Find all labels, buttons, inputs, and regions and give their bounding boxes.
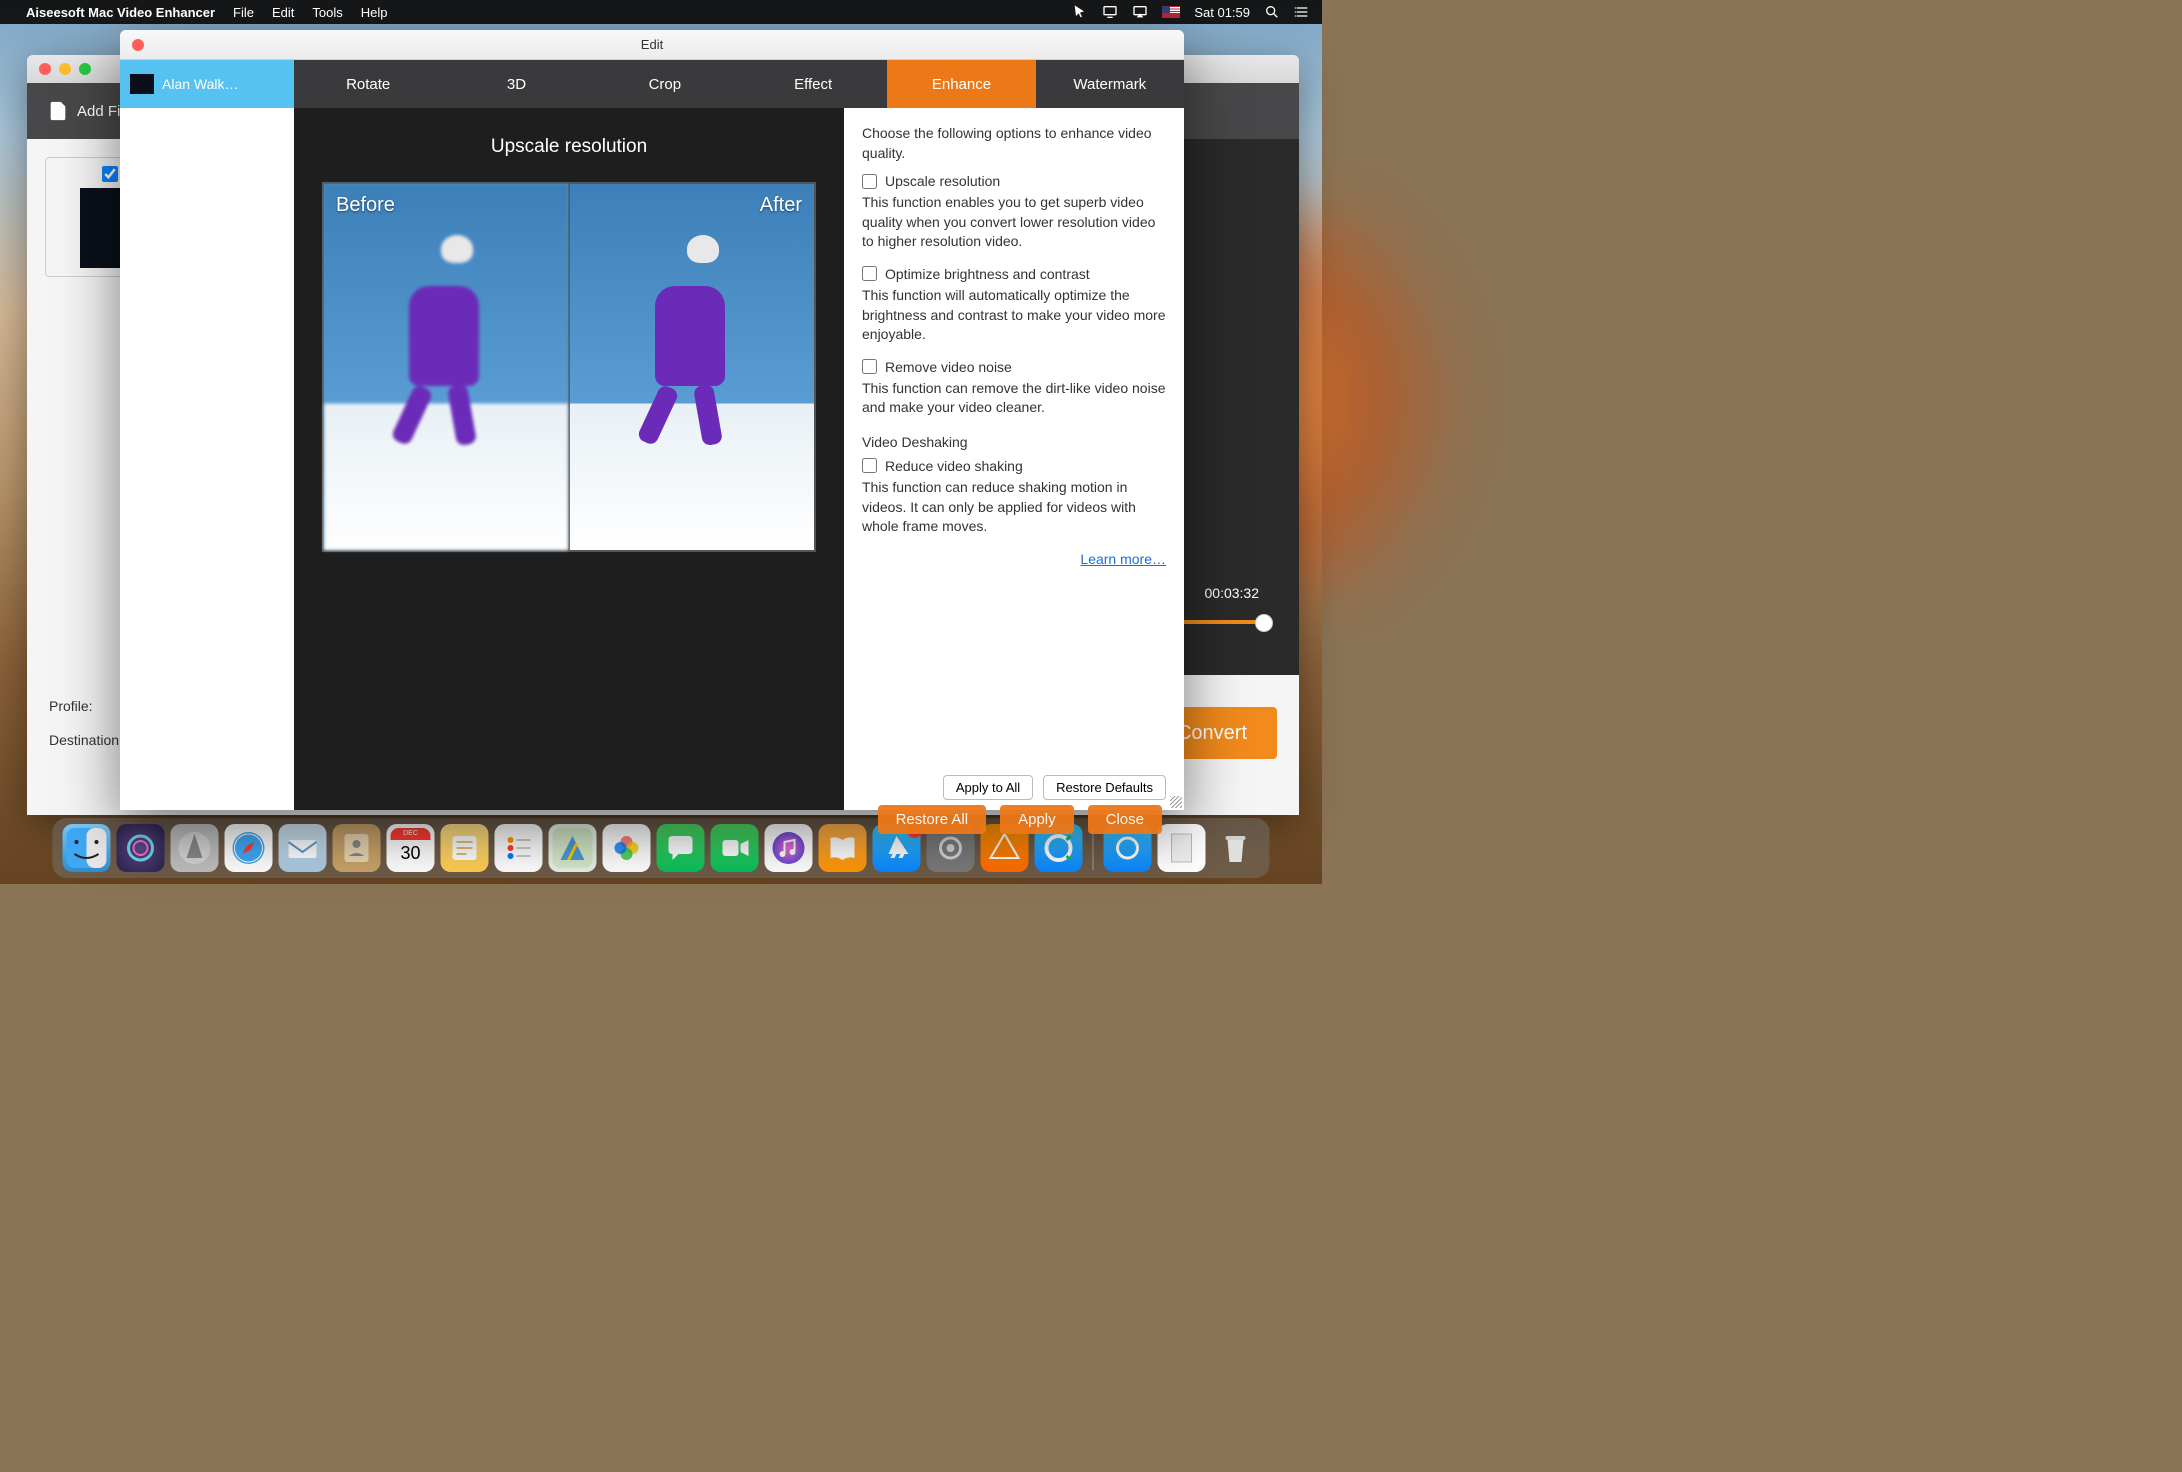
- menu-file[interactable]: File: [233, 5, 254, 20]
- input-source-flag-icon[interactable]: [1162, 6, 1180, 18]
- airplay-icon[interactable]: [1132, 4, 1148, 20]
- dock-safari-icon[interactable]: [225, 824, 273, 872]
- edit-window: Edit Alan Walk… Rotate 3D Crop Effect En…: [120, 30, 1184, 810]
- dock-trash-icon[interactable]: [1212, 824, 1260, 872]
- video-duration: 00:03:32: [1205, 585, 1260, 601]
- enhance-section-title: Upscale resolution: [491, 136, 647, 158]
- upscale-checkbox[interactable]: [862, 174, 877, 189]
- apply-to-all-button[interactable]: Apply to All: [943, 775, 1033, 800]
- resize-grip-icon[interactable]: [1170, 796, 1182, 808]
- file-tab-thumbnail: [130, 74, 154, 94]
- option-upscale: Upscale resolution This function enables…: [862, 173, 1166, 252]
- dock-maps-icon[interactable]: [549, 824, 597, 872]
- deshake-desc: This function can reduce shaking motion …: [862, 478, 1166, 537]
- dock-tray-document-icon[interactable]: [1158, 824, 1206, 872]
- restore-defaults-button[interactable]: Restore Defaults: [1043, 775, 1166, 800]
- close-button[interactable]: [39, 63, 51, 75]
- dock-reminders-icon[interactable]: [495, 824, 543, 872]
- noise-label: Remove video noise: [885, 359, 1012, 375]
- option-noise: Remove video noise This function can rem…: [862, 359, 1166, 418]
- menu-tools[interactable]: Tools: [312, 5, 342, 20]
- macos-menubar: Aiseesoft Mac Video Enhancer File Edit T…: [0, 0, 1322, 24]
- learn-more-link[interactable]: Learn more…: [1080, 551, 1166, 567]
- after-label: After: [760, 194, 802, 217]
- dock-messages-icon[interactable]: [657, 824, 705, 872]
- restore-all-button[interactable]: Restore All: [878, 805, 987, 834]
- dock-finder-icon[interactable]: [63, 824, 111, 872]
- dock-launchpad-icon[interactable]: [171, 824, 219, 872]
- menu-edit[interactable]: Edit: [272, 5, 294, 20]
- tab-effect[interactable]: Effect: [739, 60, 887, 108]
- before-image: [324, 184, 568, 550]
- menubar-clock[interactable]: Sat 01:59: [1194, 5, 1250, 20]
- option-brightness: Optimize brightness and contrast This fu…: [862, 266, 1166, 345]
- tab-crop[interactable]: Crop: [591, 60, 739, 108]
- profile-label: Profile:: [49, 698, 93, 714]
- tab-3d[interactable]: 3D: [442, 60, 590, 108]
- edit-footer-buttons: Restore All Apply Close: [878, 805, 1162, 834]
- file-tab[interactable]: Alan Walk…: [120, 60, 294, 108]
- edit-left-column: [120, 108, 294, 810]
- edit-preview-column: Upscale resolution Before After: [294, 108, 844, 810]
- menu-list-icon[interactable]: [1294, 4, 1310, 20]
- noise-desc: This function can remove the dirt-like v…: [862, 379, 1166, 418]
- spotlight-icon[interactable]: [1264, 4, 1280, 20]
- enhance-options-panel: Choose the following options to enhance …: [844, 108, 1184, 810]
- after-image: [570, 184, 814, 550]
- display-icon[interactable]: [1102, 4, 1118, 20]
- tab-enhance[interactable]: Enhance: [887, 60, 1035, 108]
- dock-notes-icon[interactable]: [441, 824, 489, 872]
- before-after-comparison: Before After: [322, 182, 816, 552]
- cursor-icon[interactable]: [1072, 4, 1088, 20]
- deshaking-heading: Video Deshaking: [862, 434, 1166, 450]
- dock-siri-icon[interactable]: [117, 824, 165, 872]
- edit-window-title: Edit: [641, 37, 663, 52]
- file-checkbox[interactable]: [102, 166, 118, 182]
- close-button[interactable]: [132, 39, 144, 51]
- menu-help[interactable]: Help: [361, 5, 388, 20]
- minimize-button[interactable]: [59, 63, 71, 75]
- file-tab-label: Alan Walk…: [162, 76, 239, 92]
- apply-button[interactable]: Apply: [1000, 805, 1074, 834]
- tab-rotate[interactable]: Rotate: [294, 60, 442, 108]
- upscale-label: Upscale resolution: [885, 173, 1000, 189]
- destination-label: Destination:: [49, 732, 123, 748]
- option-deshake: Reduce video shaking This function can r…: [862, 458, 1166, 537]
- deshake-label: Reduce video shaking: [885, 458, 1023, 474]
- brightness-checkbox[interactable]: [862, 266, 877, 281]
- before-label: Before: [336, 194, 395, 217]
- brightness-label: Optimize brightness and contrast: [885, 266, 1090, 282]
- tab-watermark[interactable]: Watermark: [1036, 60, 1184, 108]
- dock-ibooks-icon[interactable]: [819, 824, 867, 872]
- zoom-button[interactable]: [79, 63, 91, 75]
- add-file-icon: [47, 100, 69, 122]
- deshake-checkbox[interactable]: [862, 458, 877, 473]
- dock-contacts-icon[interactable]: [333, 824, 381, 872]
- brightness-desc: This function will automatically optimiz…: [862, 286, 1166, 345]
- dock-calendar-icon[interactable]: DEC30: [387, 824, 435, 872]
- noise-checkbox[interactable]: [862, 359, 877, 374]
- edit-window-titlebar: Edit: [120, 30, 1184, 60]
- upscale-desc: This function enables you to get superb …: [862, 193, 1166, 252]
- dock-itunes-icon[interactable]: [765, 824, 813, 872]
- dock-photos-icon[interactable]: [603, 824, 651, 872]
- edit-tabs-row: Alan Walk… Rotate 3D Crop Effect Enhance…: [120, 60, 1184, 108]
- app-name[interactable]: Aiseesoft Mac Video Enhancer: [26, 5, 215, 20]
- dock-facetime-icon[interactable]: [711, 824, 759, 872]
- panel-intro: Choose the following options to enhance …: [862, 124, 1166, 163]
- close-edit-button[interactable]: Close: [1088, 805, 1162, 834]
- dock-mail-icon[interactable]: [279, 824, 327, 872]
